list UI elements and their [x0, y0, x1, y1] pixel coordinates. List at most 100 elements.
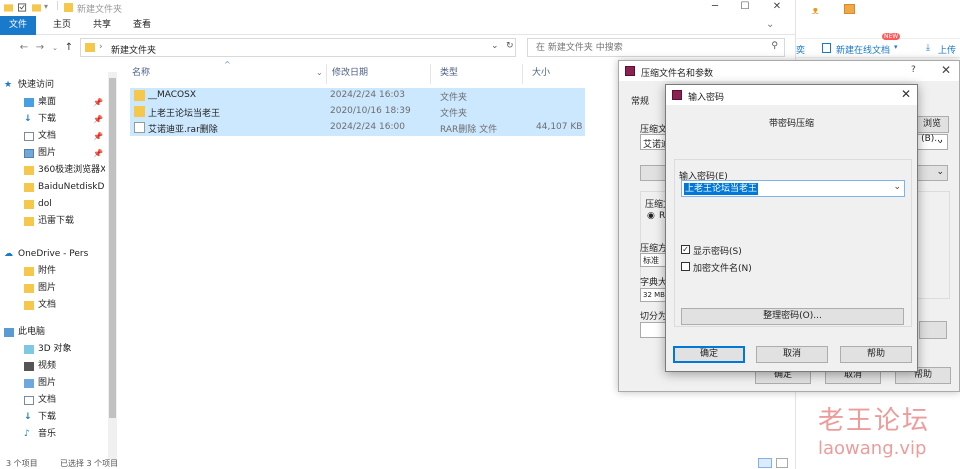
sidebar-item-downloads[interactable]: ↓ 下载 📌 [0, 111, 105, 128]
organize-passwords-button[interactable]: 整理密码(O)... [681, 308, 904, 325]
item-count: 3 个项目 [6, 459, 38, 468]
search-input[interactable] [528, 39, 758, 56]
recent-dropdown-icon[interactable]: ⌄ [48, 41, 62, 55]
sidebar-item-pictures[interactable]: 图片 📌 [0, 145, 105, 162]
folder-icon[interactable] [32, 3, 41, 12]
nav-label: 图片 [38, 148, 57, 158]
help-button[interactable]: 帮助 [840, 346, 912, 363]
forward-arrow-icon[interactable]: → [33, 41, 47, 55]
upload-icon: ⤓ [926, 43, 930, 53]
encrypt-names-checkbox[interactable] [681, 262, 690, 271]
file-name: __MACOSX [148, 90, 197, 100]
sidebar-item-od-documents[interactable]: 文档 [0, 297, 105, 314]
tab-file[interactable]: 文件 [0, 16, 36, 35]
nav-label: 文档 [38, 300, 57, 310]
details-view-icon[interactable] [758, 458, 772, 468]
new-online-doc-button[interactable]: 新建在线文档 [836, 43, 890, 56]
dictionary-label: 字典大 [640, 278, 668, 288]
sidebar-item-attachments[interactable]: 附件 [0, 263, 105, 280]
sidebar-item-videos[interactable]: 视频 [0, 358, 105, 375]
dialog-heading: 带密码压缩 [768, 119, 814, 129]
nav-label: 迅雷下载 [38, 216, 75, 226]
tiles-view-icon[interactable] [776, 458, 788, 468]
gift-icon[interactable] [844, 4, 855, 14]
sidebar-item-desktop[interactable]: 桌面 📌 [0, 94, 105, 111]
file-type: 文件夹 [440, 93, 468, 103]
nav-label: 快速访问 [18, 80, 55, 90]
method-value: 标准 [643, 256, 659, 265]
tab-view[interactable]: 查看 [124, 16, 160, 35]
cancel-button[interactable]: 取消 [756, 346, 828, 363]
close-button[interactable]: ✕ [762, 0, 792, 16]
sidebar-item-3d-objects[interactable]: 3D 对象 [0, 341, 105, 358]
cube-icon [24, 345, 34, 354]
chevron-down-icon[interactable]: ▾ [894, 43, 898, 51]
chevron-down-icon[interactable]: ⌄ [491, 41, 499, 51]
password-dialog: 输入密码 ✕ 带密码压缩 输入密码(E) 上老王论坛当老王 ⌄ ✓ 显示密码(S… [665, 84, 918, 372]
title-divider: | [56, 1, 60, 11]
column-size[interactable]: 大小 [526, 60, 550, 86]
status-bar: 3 个项目 已选择 3 个项目 [0, 458, 795, 469]
tab-general[interactable]: 常规 [631, 94, 649, 107]
nav-label: 文档 [38, 131, 57, 141]
tab-home[interactable]: 主页 [44, 16, 80, 35]
close-icon[interactable]: ✕ [901, 87, 911, 101]
nav-scrollbar-thumb[interactable] [109, 78, 116, 418]
checkbox-icon[interactable] [18, 3, 27, 12]
nav-onedrive[interactable]: ☁ OneDrive - Pers [0, 246, 105, 263]
nav-label: 视频 [38, 361, 57, 371]
address-bar-row: ← → ⌄ ↑ › 新建文件夹 ⌄ ↻ ⚲ [0, 36, 795, 60]
set-password-button[interactable] [919, 321, 947, 339]
nav-label: 下载 [38, 412, 57, 422]
ok-button[interactable]: 确定 [673, 346, 745, 363]
sidebar-item-baidunetdisk[interactable]: BaiduNetdiskD [0, 179, 105, 196]
dialog-title-bar: 压缩文件名和参数 ? ✕ [619, 61, 959, 81]
sidebar-item-pc-downloads[interactable]: ↓ 下载 [0, 409, 105, 426]
sidebar-item-pc-documents[interactable]: 文档 [0, 392, 105, 409]
upload-button[interactable]: 上传 [938, 43, 956, 56]
help-question-button[interactable]: ? [911, 65, 916, 75]
sidebar-item-music[interactable]: ♪ 音乐 [0, 426, 105, 443]
quick-access-dropdown-icon[interactable]: ▾ [44, 2, 48, 11]
sidebar-item-pc-pictures[interactable]: 图片 [0, 375, 105, 392]
password-input[interactable]: 上老王论坛当老王 ⌄ [681, 180, 905, 197]
refresh-icon[interactable]: ↻ [506, 41, 514, 51]
minimize-button[interactable]: ─ [700, 0, 730, 16]
table-row[interactable]: 上老王论坛当老王 2020/10/16 18:39 文件夹 [130, 104, 585, 120]
folder-icon [24, 301, 34, 310]
chevron-down-icon[interactable]: ⌄ [316, 68, 323, 77]
column-type[interactable]: 类型 [434, 60, 458, 86]
address-field[interactable]: › 新建文件夹 ⌄ ↻ [80, 38, 516, 57]
file-icon [134, 122, 145, 133]
table-row[interactable]: 艾诺迪亚.rar删除 2024/2/24 16:00 RAR删除 文件 44,1… [130, 120, 585, 136]
table-row[interactable]: __MACOSX 2024/2/24 16:03 文件夹 [130, 88, 585, 104]
show-password-checkbox[interactable]: ✓ [681, 245, 690, 254]
chevron-down-icon[interactable]: ⌄ [893, 182, 901, 192]
up-arrow-icon[interactable]: ↑ [62, 41, 76, 55]
sidebar-item-dol[interactable]: dol [0, 196, 105, 213]
column-date[interactable]: 修改日期 [326, 60, 368, 86]
nav-quick-access[interactable]: ★ 快速访问 [0, 77, 105, 94]
sidebar-item-xunlei[interactable]: 迅雷下载 [0, 213, 105, 230]
search-icon[interactable]: ⚲ [771, 41, 778, 51]
search-field[interactable]: ⚲ [527, 38, 785, 57]
chevron-down-icon[interactable]: ⌄ [936, 167, 944, 177]
sidebar-item-documents[interactable]: 文档 📌 [0, 128, 105, 145]
back-arrow-icon[interactable]: ← [17, 41, 31, 55]
radio-selected-icon[interactable]: ◉ [647, 211, 655, 221]
folder-icon [134, 106, 145, 117]
folder-icon [134, 90, 145, 101]
nav-label: 附件 [38, 266, 57, 276]
maximize-button[interactable]: ☐ [730, 0, 760, 16]
column-name[interactable]: 名称 [126, 60, 150, 86]
tab-share[interactable]: 共享 [84, 16, 120, 35]
browse-button[interactable]: 浏览(B)... [915, 116, 949, 144]
chevron-down-icon[interactable]: ⌄ [766, 19, 774, 30]
close-icon[interactable]: ✕ [941, 63, 951, 77]
nav-label: 图片 [38, 283, 57, 293]
sidebar-item-od-pictures[interactable]: 图片 [0, 280, 105, 297]
nav-this-pc[interactable]: 此电脑 [0, 324, 105, 341]
nav-label: 下载 [38, 114, 57, 124]
folder-icon [4, 4, 13, 12]
sidebar-item-360browser[interactable]: 360极速浏览器X [0, 162, 105, 179]
